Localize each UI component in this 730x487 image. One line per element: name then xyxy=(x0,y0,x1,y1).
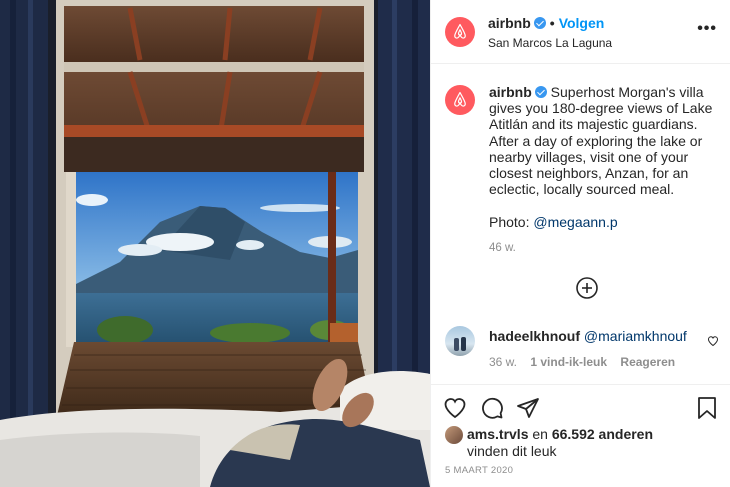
save-bookmark-icon[interactable] xyxy=(695,396,719,420)
photo-credit: Photo: @megaann.p xyxy=(489,214,618,230)
liker-avatar[interactable] xyxy=(445,426,463,444)
caption-avatar[interactable] xyxy=(445,85,475,115)
share-paper-plane-icon[interactable] xyxy=(516,396,540,420)
post-photo[interactable] xyxy=(0,0,430,487)
like-heart-icon[interactable] xyxy=(443,396,467,420)
likes-count[interactable]: 66.592 anderen xyxy=(552,426,653,442)
comment-meta: 36 w. 1 vind-ik-leuk Reageren xyxy=(489,355,685,369)
comment-item: hadeelkhnouf @mariamkhnouf 36 w. 1 vind-… xyxy=(431,318,730,384)
header-username-row: airbnb • Volgen xyxy=(488,15,604,31)
photo-lake-atitlan-scene xyxy=(0,0,430,487)
comment-username[interactable]: hadeelkhnouf xyxy=(489,328,580,344)
verified-badge-icon xyxy=(534,86,547,98)
caption-body: Superhost Morgan's villa gives you 180-d… xyxy=(489,84,713,198)
post-header: airbnb • Volgen San Marcos La Laguna ••• xyxy=(431,0,730,64)
more-options-icon[interactable]: ••• xyxy=(697,20,717,38)
photo-credit-prefix: Photo: xyxy=(489,214,534,230)
follow-button[interactable]: Volgen xyxy=(559,15,605,31)
airbnb-logo-icon xyxy=(454,23,466,39)
comment-likes[interactable]: 1 vind-ik-leuk xyxy=(530,355,607,369)
profile-avatar[interactable] xyxy=(445,17,475,47)
verified-badge-icon xyxy=(533,17,546,29)
header-separator: • xyxy=(549,15,555,31)
likes-suffix: vinden dit leuk xyxy=(467,443,557,459)
post-details-panel: airbnb • Volgen San Marcos La Laguna ••• a… xyxy=(430,0,730,487)
header-username[interactable]: airbnb xyxy=(488,15,531,31)
post-caption: airbnb Superhost Morgan's villa gives yo… xyxy=(431,64,730,322)
comment-mention[interactable]: @mariamkhnouf xyxy=(584,328,687,344)
likes-line: ams.trvls en 66.592 anderen xyxy=(467,426,653,442)
liker-username[interactable]: ams.trvls xyxy=(467,426,528,442)
commenter-avatar[interactable] xyxy=(445,326,475,356)
comment-timestamp[interactable]: 36 w. xyxy=(489,355,517,369)
comment-reply-button[interactable]: Reageren xyxy=(620,355,675,369)
caption-username[interactable]: airbnb xyxy=(489,84,532,100)
likes-summary: ams.trvls en 66.592 anderen vinden dit l… xyxy=(431,424,730,464)
post-date[interactable]: 5 MAART 2020 xyxy=(445,465,513,476)
load-more-comments-icon[interactable] xyxy=(575,276,599,300)
comment-bubble-icon[interactable] xyxy=(480,396,504,420)
caption-text: airbnb Superhost Morgan's villa gives yo… xyxy=(489,84,719,197)
post-location[interactable]: San Marcos La Laguna xyxy=(488,36,612,50)
comment-text: hadeelkhnouf @mariamkhnouf xyxy=(489,328,687,344)
airbnb-logo-icon xyxy=(454,91,466,107)
caption-timestamp[interactable]: 46 w. xyxy=(489,242,516,254)
likes-connector: en xyxy=(528,426,552,442)
photo-credit-mention[interactable]: @megaann.p xyxy=(533,214,617,230)
comment-heart-icon[interactable] xyxy=(707,335,719,347)
